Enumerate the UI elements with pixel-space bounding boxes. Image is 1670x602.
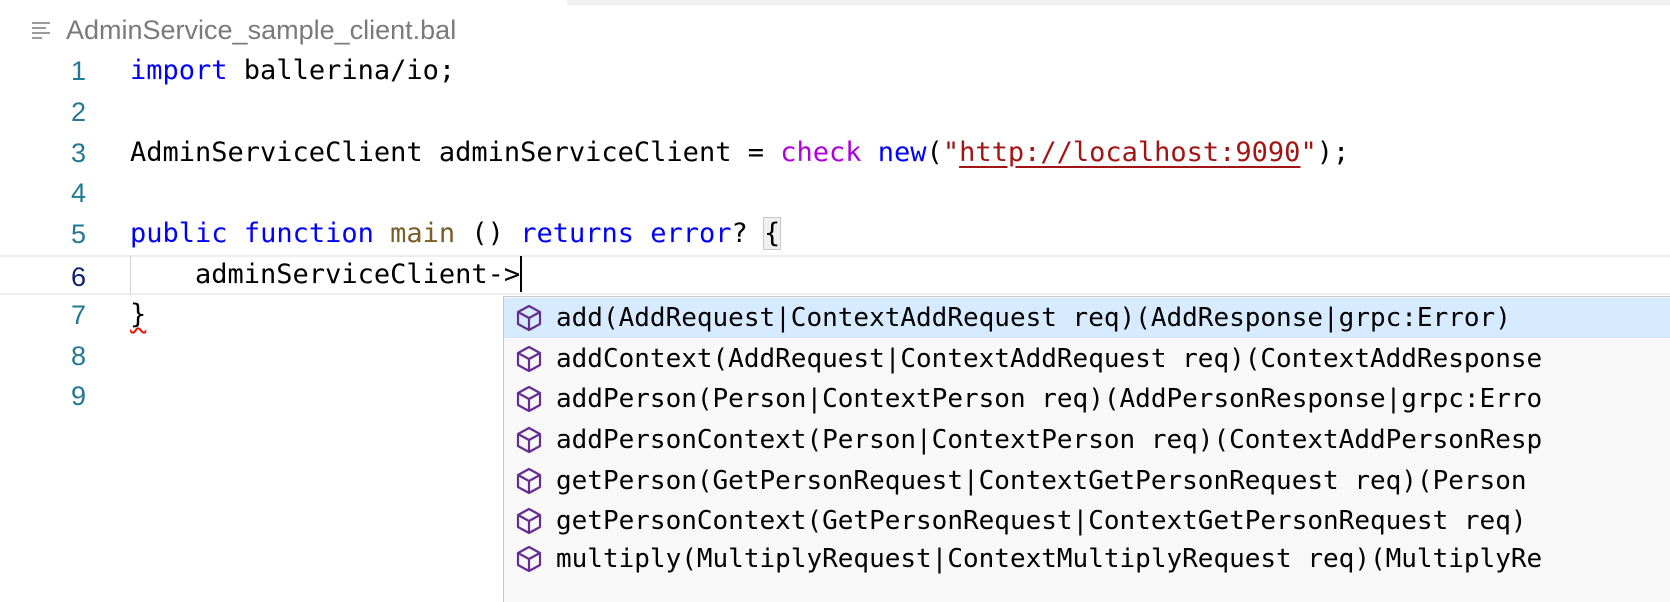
- code-line-5[interactable]: 5 public function main () returns error?…: [0, 214, 1670, 254]
- suggestion-label: getPerson(GetPersonRequest|ContextGetPer…: [556, 466, 1527, 496]
- line-number: 6: [70, 262, 86, 292]
- keyword-function: function: [243, 218, 374, 249]
- matched-open-brace: {: [763, 217, 782, 250]
- code-text[interactable]: import ballerina/io;: [130, 51, 455, 91]
- suggestion-item[interactable]: getPerson(GetPersonRequest|ContextGetPer…: [504, 461, 1670, 501]
- code-text[interactable]: adminServiceClient->: [130, 255, 523, 295]
- code-text[interactable]: AdminServiceClient adminServiceClient = …: [130, 133, 1349, 173]
- suggestion-item[interactable]: getPersonContext(GetPersonRequest|Contex…: [504, 501, 1670, 541]
- matched-close-brace-error: }: [130, 299, 147, 330]
- keyword-check: check: [780, 137, 862, 168]
- close-paren-semicolon: );: [1316, 137, 1350, 168]
- indent-guide: [130, 255, 131, 295]
- keyword-import: import: [130, 55, 228, 86]
- autocomplete-suggestions[interactable]: add(AddRequest|ContextAddRequest req)(Ad…: [503, 296, 1670, 602]
- import-path: ballerina/io;: [227, 55, 456, 86]
- string-quote: ": [942, 137, 960, 168]
- code-line-2[interactable]: 2: [0, 92, 1670, 132]
- suggestion-label: multiply(MultiplyRequest|ContextMultiply…: [556, 544, 1543, 574]
- open-paren: (: [926, 137, 943, 168]
- string-quote: ": [1300, 137, 1317, 168]
- keyword-public: public: [130, 218, 228, 249]
- code-line-1[interactable]: 1 import ballerina/io;: [0, 51, 1670, 91]
- method-cube-icon: [516, 426, 542, 454]
- suggestion-label: addPersonContext(Person|ContextPerson re…: [556, 425, 1543, 455]
- keyword-new: new: [877, 137, 927, 168]
- code-text[interactable]: }: [130, 295, 146, 335]
- line-number: 9: [70, 381, 86, 411]
- text-cursor: [520, 255, 523, 292]
- top-panel-strip: [567, 0, 1670, 5]
- code-text[interactable]: public function main () returns error? {: [130, 214, 782, 254]
- breadcrumb[interactable]: AdminService_sample_client.bal: [32, 10, 456, 50]
- line-number: 2: [70, 97, 86, 127]
- suggestion-label: getPersonContext(GetPersonRequest|Contex…: [556, 506, 1527, 536]
- suggestion-item[interactable]: addPerson(Person|ContextPerson req)(AddP…: [504, 379, 1670, 419]
- method-cube-icon: [516, 304, 542, 332]
- suggestion-item[interactable]: add(AddRequest|ContextAddRequest req)(Ad…: [504, 298, 1670, 338]
- method-cube-icon: [516, 345, 542, 373]
- method-cube-icon: [516, 385, 542, 413]
- client-remote-call: adminServiceClient->: [130, 259, 521, 290]
- line-number: 5: [70, 219, 86, 249]
- line-number: 3: [70, 138, 86, 168]
- suggestion-item[interactable]: addPersonContext(Person|ContextPerson re…: [504, 420, 1670, 460]
- code-line-4[interactable]: 4: [0, 173, 1670, 213]
- suggestion-label: addContext(AddRequest|ContextAddRequest …: [556, 344, 1543, 374]
- method-cube-icon: [516, 467, 542, 495]
- function-name-main: main: [390, 218, 456, 249]
- optional-marker: ?: [731, 218, 765, 249]
- keyword-returns: returns: [520, 218, 634, 249]
- code-line-6-current[interactable]: 6 adminServiceClient->: [0, 255, 1670, 295]
- method-cube-icon: [516, 545, 542, 573]
- keyword-error: error: [650, 218, 732, 249]
- code-line-3[interactable]: 3 AdminServiceClient adminServiceClient …: [0, 133, 1670, 173]
- method-cube-icon: [516, 507, 542, 535]
- suggestion-item[interactable]: multiply(MultiplyRequest|ContextMultiply…: [504, 539, 1670, 579]
- parens: (): [455, 218, 521, 249]
- line-number: 7: [70, 300, 86, 330]
- line-number: 8: [70, 341, 86, 371]
- suggestion-label: add(AddRequest|ContextAddRequest req)(Ad…: [556, 303, 1511, 333]
- file-outline-icon: [32, 20, 50, 39]
- suggestion-label: addPerson(Person|ContextPerson req)(AddP…: [556, 384, 1543, 414]
- line-number: 4: [70, 178, 86, 208]
- client-declaration: AdminServiceClient adminServiceClient =: [130, 137, 781, 168]
- breadcrumb-file-name[interactable]: AdminService_sample_client.bal: [66, 15, 456, 46]
- suggestion-item[interactable]: addContext(AddRequest|ContextAddRequest …: [504, 339, 1670, 379]
- line-number: 1: [70, 56, 86, 86]
- url-link[interactable]: http://localhost:9090: [959, 137, 1300, 168]
